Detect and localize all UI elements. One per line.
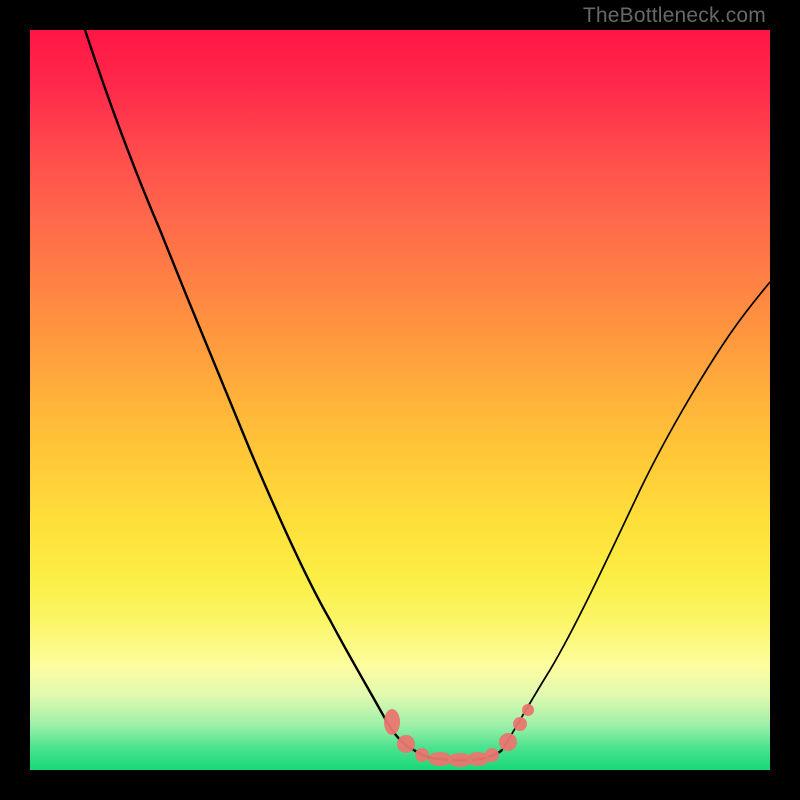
marker-dot-2	[397, 735, 415, 753]
marker-dot-9	[513, 717, 527, 731]
chart-frame	[30, 30, 770, 770]
curve-right-branch	[502, 282, 770, 750]
marker-dot-10	[522, 704, 534, 716]
curve-left-branch	[85, 30, 414, 750]
watermark-text: TheBottleneck.com	[583, 4, 766, 28]
marker-dot-7	[485, 748, 499, 762]
marker-dot-8	[499, 733, 517, 751]
marker-dot-3	[415, 748, 429, 762]
marker-pill-1	[384, 709, 400, 735]
chart-svg	[30, 30, 770, 770]
